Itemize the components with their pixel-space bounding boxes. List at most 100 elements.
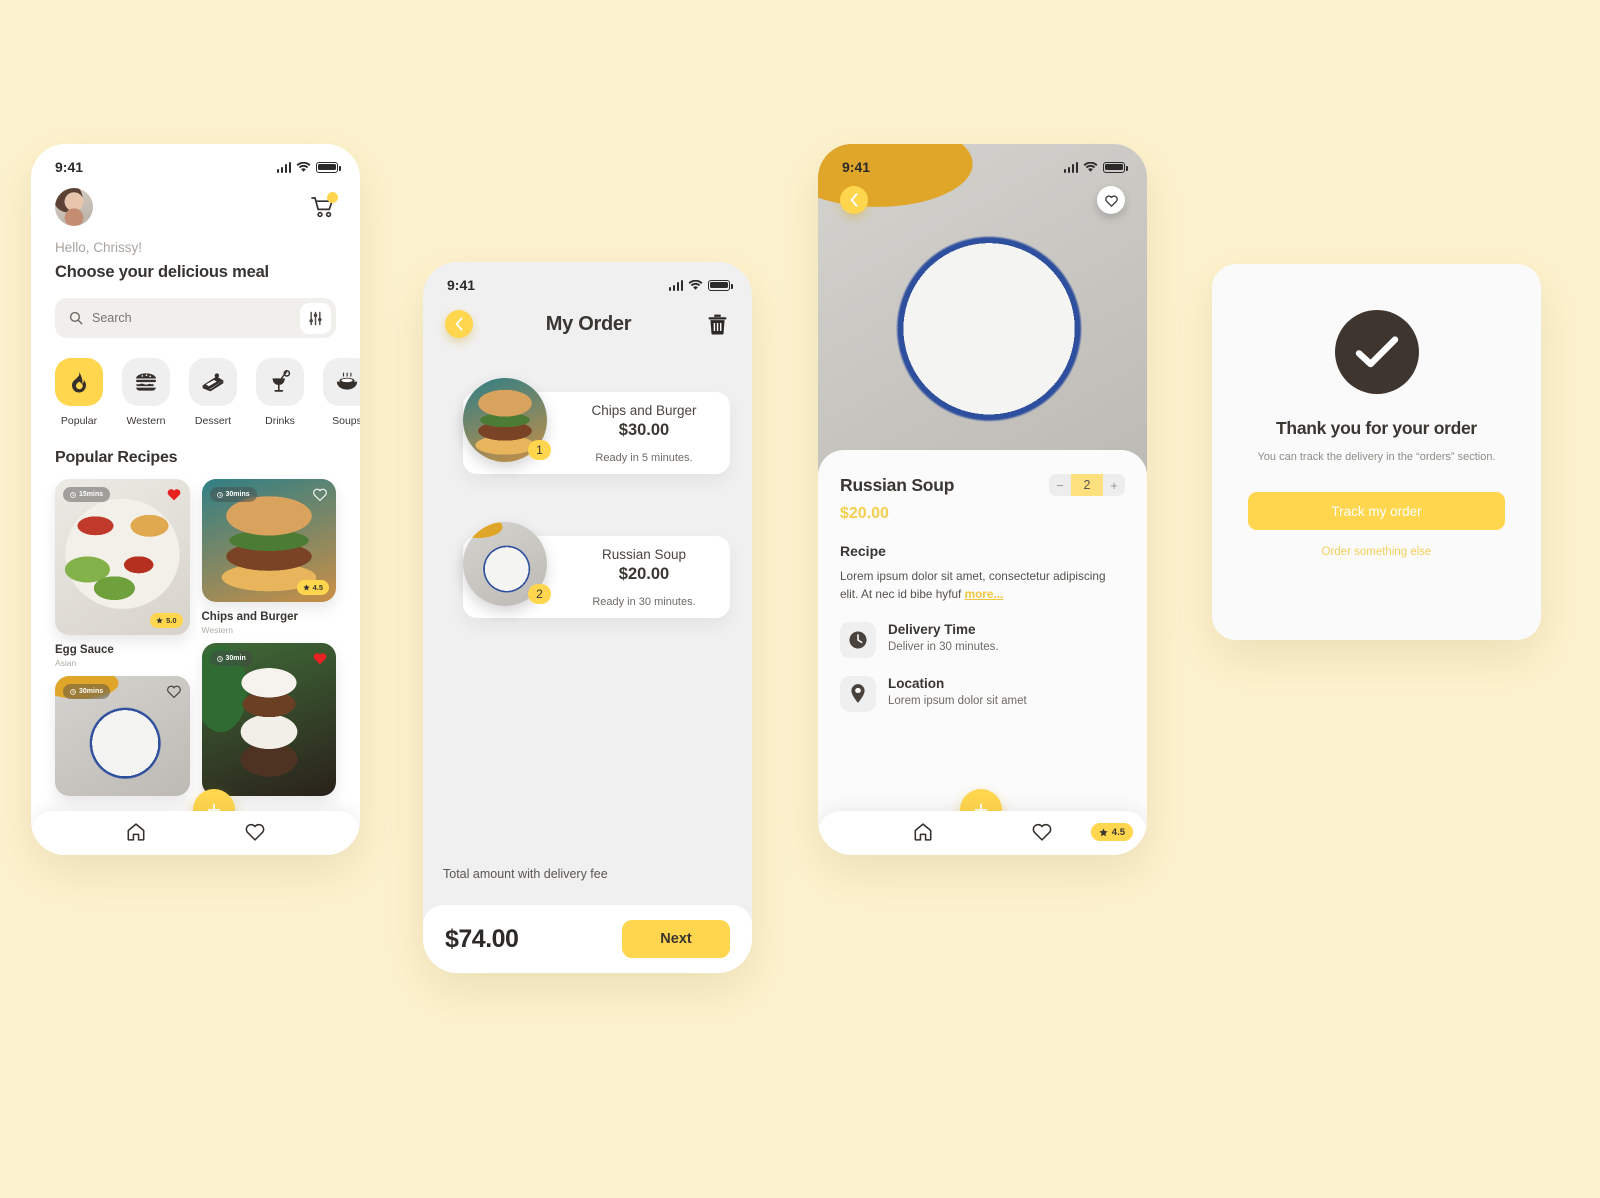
- info-title: Location: [888, 675, 945, 691]
- category-dessert[interactable]: Dessert: [189, 358, 237, 427]
- nav-home-button[interactable]: [912, 821, 934, 846]
- clock-icon: [70, 688, 76, 695]
- total-label: Total amount with delivery fee: [443, 867, 608, 881]
- order-item-price: $20.00: [618, 564, 670, 583]
- recipe-time: 30min: [225, 655, 246, 662]
- category-drinks[interactable]: Drinks: [256, 358, 304, 427]
- read-more-link[interactable]: more...: [965, 587, 1004, 601]
- info-text: Delivery Time Deliver in 30 minutes.: [888, 622, 999, 653]
- next-button[interactable]: Next: [622, 920, 730, 958]
- heart-icon: [313, 488, 327, 502]
- category-label: Popular: [60, 415, 98, 427]
- recipe-card[interactable]: 30min: [201, 643, 336, 796]
- info-subtitle: Lorem ipsum dolor sit amet: [888, 694, 1027, 707]
- status-icons: [1063, 161, 1128, 173]
- cart-icon[interactable]: [310, 192, 338, 219]
- search-bar[interactable]: [55, 298, 336, 338]
- burger-icon: [136, 373, 156, 391]
- payment-bar: $74.00 Next: [423, 905, 752, 973]
- order-item-name: Chips and Burger: [591, 402, 697, 418]
- recipe-column-right: 30mins 4.5 Chips and Burger Western 30mi: [201, 479, 337, 796]
- signal-icon: [1063, 161, 1078, 173]
- heart-icon: [245, 823, 265, 841]
- category-label: Western: [126, 415, 166, 427]
- filter-button[interactable]: [300, 302, 331, 334]
- dish-name: Russian Soup: [840, 474, 955, 495]
- info-subtitle: Deliver in 30 minutes.: [888, 640, 999, 653]
- category-label: Dessert: [194, 415, 232, 427]
- order-item-ready: Ready in 5 minutes.: [595, 451, 693, 464]
- delete-order-button[interactable]: [704, 313, 730, 336]
- category-bubble: [323, 358, 360, 406]
- page-title: Choose your delicious meal: [55, 263, 269, 281]
- clock-icon: [216, 655, 223, 662]
- order-item-row[interactable]: Russian Soup $20.00 Ready in 30 minutes.…: [445, 522, 730, 618]
- home-header: [55, 188, 338, 226]
- recipe-time-badge: 30mins: [63, 684, 111, 699]
- avatar[interactable]: [55, 188, 93, 226]
- recipe-card[interactable]: 30mins: [55, 676, 190, 796]
- nav-favorites-button[interactable]: [244, 821, 266, 846]
- cake-icon: [202, 373, 224, 392]
- order-item-quantity: 1: [528, 440, 551, 460]
- category-soups[interactable]: Soups: [323, 358, 360, 427]
- flame-icon: [71, 371, 87, 393]
- check-icon: [1355, 336, 1398, 368]
- quantity-value: 2: [1071, 474, 1103, 496]
- recipe-text: Lorem ipsum dolor sit amet, consectetur …: [840, 567, 1125, 604]
- category-bubble: [189, 358, 237, 406]
- rating-value: 4.5: [312, 583, 323, 592]
- detail-screen: 9:41 4.5 Russian Soup − 2 + $20.00 Recip…: [818, 144, 1147, 855]
- rating-badge: 4.5: [296, 580, 329, 595]
- favorite-button[interactable]: [166, 486, 182, 502]
- back-button[interactable]: [840, 186, 868, 214]
- category-bubble: [55, 358, 103, 406]
- status-bar: 9:41: [818, 144, 1147, 184]
- search-input[interactable]: [83, 311, 300, 325]
- order-item-quantity: 2: [528, 584, 551, 604]
- order-something-else-button[interactable]: Order something else: [1248, 546, 1505, 558]
- cart-badge-dot: [327, 192, 338, 203]
- category-western[interactable]: Western: [122, 358, 170, 427]
- category-popular[interactable]: Popular: [55, 358, 103, 427]
- wifi-icon: [688, 279, 703, 290]
- signal-icon: [668, 279, 683, 291]
- increment-button[interactable]: +: [1103, 474, 1125, 496]
- recipe-column-left: 15mins 5.0 Egg Sauce Asian 30mins: [55, 479, 190, 796]
- favorite-button[interactable]: [312, 650, 328, 666]
- nav-home-button[interactable]: [125, 821, 147, 846]
- quantity-stepper[interactable]: − 2 +: [1049, 474, 1125, 496]
- order-item-row[interactable]: Chips and Burger $30.00 Ready in 5 minut…: [445, 378, 730, 474]
- recipe-card[interactable]: 30mins 4.5: [201, 479, 336, 602]
- recipe-time: 30mins: [225, 491, 250, 498]
- recipe-meta: Chips and Burger Western: [202, 610, 337, 635]
- thank-you-title: Thank you for your order: [1276, 418, 1477, 438]
- recipe-card[interactable]: 15mins 5.0: [55, 479, 190, 635]
- heart-icon: [1032, 823, 1052, 841]
- battery-icon: [1103, 161, 1128, 173]
- recipe-grid: 15mins 5.0 Egg Sauce Asian 30mins 30mins…: [31, 467, 360, 796]
- check-circle-icon: [1334, 310, 1419, 394]
- favorite-button[interactable]: [166, 683, 182, 699]
- order-item-name: Russian Soup: [601, 546, 687, 562]
- track-order-button[interactable]: Track my order: [1248, 492, 1505, 531]
- page-title: My Order: [545, 312, 632, 335]
- star-icon: [156, 617, 163, 624]
- heart-icon: [166, 685, 181, 699]
- recipe-time-badge: 30min: [209, 651, 253, 666]
- chevron-left-icon: [455, 317, 463, 331]
- category-bubble: [256, 358, 304, 406]
- back-button[interactable]: [445, 310, 473, 338]
- filter-icon: [309, 311, 322, 325]
- thank-you-card: Thank you for your order You can track t…: [1212, 264, 1541, 640]
- icon-box: [840, 675, 876, 712]
- favorite-button[interactable]: [312, 486, 328, 502]
- favorite-button[interactable]: [1097, 186, 1125, 214]
- wifi-icon: [1083, 161, 1098, 172]
- decrement-button[interactable]: −: [1049, 474, 1071, 496]
- recipe-photo: [55, 479, 190, 635]
- dish-price: $20.00: [840, 505, 889, 522]
- recipe-time: 30mins: [79, 688, 104, 695]
- recipe-name: Egg Sauce: [55, 644, 114, 656]
- nav-favorites-button[interactable]: [1031, 821, 1053, 846]
